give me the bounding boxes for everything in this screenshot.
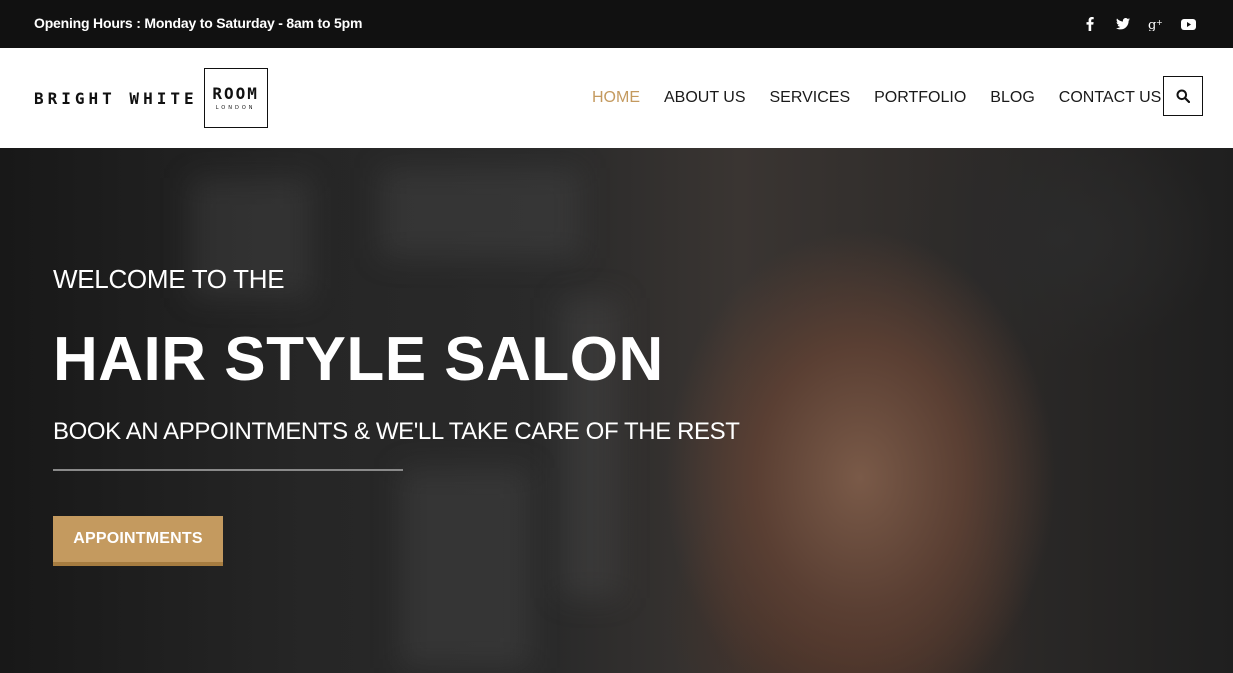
appointments-button[interactable]: APPOINTMENTS — [53, 516, 223, 566]
logo-text: BRIGHT WHITE — [34, 88, 198, 108]
nav-item-about-us[interactable]: ABOUT US — [652, 48, 758, 148]
logo-subtext: LONDON — [215, 104, 256, 111]
hero-headline: HAIR STYLE SALON — [53, 325, 664, 394]
nav-item-contact-us[interactable]: CONTACT US — [1047, 48, 1174, 148]
search-button[interactable] — [1163, 76, 1203, 116]
svg-text:+: + — [1156, 18, 1163, 27]
main-nav: HOME ABOUT US SERVICES PORTFOLIO BLOG CO… — [580, 48, 1173, 148]
social-links: g + — [1073, 0, 1205, 48]
google-plus-icon[interactable]: g + — [1139, 0, 1172, 48]
hero-banner: WELCOME TO THE HAIR STYLE SALON BOOK AN … — [0, 148, 1233, 673]
top-bar: Opening Hours : Monday to Saturday - 8am… — [0, 0, 1233, 48]
hero-welcome-text: WELCOME TO THE — [53, 264, 285, 294]
logo-box: ROOM LONDON — [203, 68, 268, 128]
site-header: BRIGHT WHITE ROOM LONDON HOME ABOUT US S… — [0, 48, 1233, 148]
nav-item-blog[interactable]: BLOG — [978, 48, 1046, 148]
hero-tagline: BOOK AN APPOINTMENTS & WE'LL TAKE CARE O… — [53, 418, 740, 445]
logo-boxed-text: ROOM — [212, 83, 259, 103]
opening-hours: Opening Hours : Monday to Saturday - 8am… — [34, 15, 363, 31]
twitter-icon[interactable] — [1106, 0, 1139, 48]
nav-item-home[interactable]: HOME — [580, 48, 652, 148]
search-icon — [1176, 89, 1190, 103]
hero-background-image — [0, 148, 1233, 673]
background-blur — [380, 168, 580, 258]
background-blur — [400, 468, 530, 668]
facebook-icon[interactable] — [1073, 0, 1106, 48]
site-logo[interactable]: BRIGHT WHITE ROOM LONDON — [34, 68, 268, 128]
nav-item-services[interactable]: SERVICES — [758, 48, 863, 148]
youtube-icon[interactable] — [1172, 0, 1205, 48]
nav-item-portfolio[interactable]: PORTFOLIO — [862, 48, 978, 148]
hero-divider — [53, 469, 403, 471]
